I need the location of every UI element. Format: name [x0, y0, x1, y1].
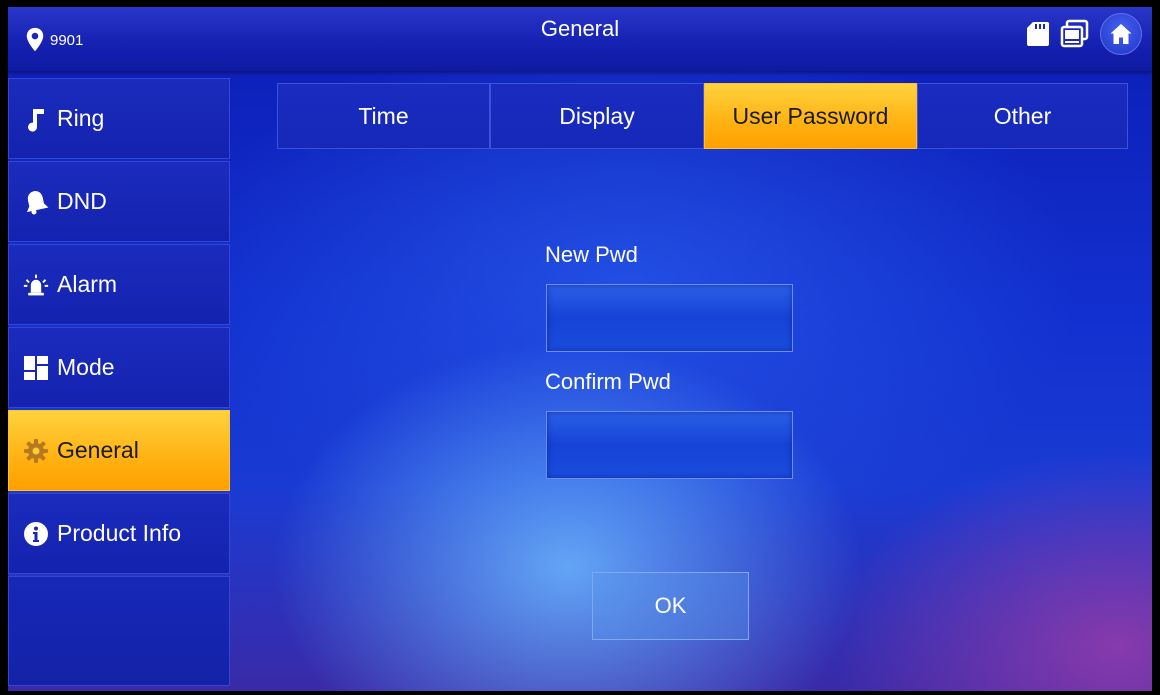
status-icons	[1026, 13, 1142, 55]
sidebar-item-label: Ring	[57, 105, 105, 131]
sidebar-item-dnd[interactable]: DND	[8, 161, 230, 242]
confirm-pwd-input[interactable]	[546, 411, 793, 479]
ok-button[interactable]: OK	[592, 572, 749, 640]
tab-other[interactable]: Other	[917, 83, 1128, 149]
confirm-pwd-label: Confirm Pwd	[545, 369, 671, 394]
sidebar-item-label: DND	[57, 188, 107, 214]
info-icon	[23, 521, 49, 547]
new-pwd-label: New Pwd	[545, 242, 638, 267]
page-title: General	[540, 16, 620, 41]
sidebar-item-alarm[interactable]: Alarm	[8, 244, 230, 325]
sidebar-item-label: Alarm	[57, 271, 118, 297]
sidebar-item-label: General	[57, 437, 139, 463]
sidebar-item-ring[interactable]: Ring	[8, 78, 230, 159]
sd-card-icon	[1027, 22, 1049, 46]
new-pwd-input[interactable]	[546, 284, 793, 352]
sidebar-item-mode[interactable]: Mode	[8, 327, 230, 408]
tab-bar: Time Display User Password Other	[277, 83, 1128, 149]
sidebar-item-label: Mode	[57, 354, 115, 380]
monitor-devices-icon	[1060, 19, 1089, 48]
sidebar-item-label: Product Info	[57, 520, 182, 546]
music-note-icon	[23, 106, 49, 132]
home-icon	[1110, 24, 1132, 44]
sidebar-filler	[8, 576, 230, 686]
bell-icon	[23, 189, 49, 215]
top-bar: 9901 General	[8, 7, 1152, 71]
tab-time[interactable]: Time	[277, 83, 490, 149]
home-button[interactable]	[1100, 13, 1142, 55]
gear-icon	[23, 438, 49, 464]
tab-user-password[interactable]: User Password	[704, 83, 917, 149]
sidebar-item-product-info[interactable]: Product Info	[8, 493, 230, 574]
tab-display[interactable]: Display	[490, 83, 704, 149]
alarm-siren-icon	[23, 272, 49, 298]
screen: 9901 General Ring DND Alarm Mode General…	[8, 7, 1152, 691]
grid-icon	[23, 355, 49, 381]
sidebar-item-general[interactable]: General	[8, 410, 230, 491]
sidebar: Ring DND Alarm Mode General Product Info	[8, 78, 232, 688]
